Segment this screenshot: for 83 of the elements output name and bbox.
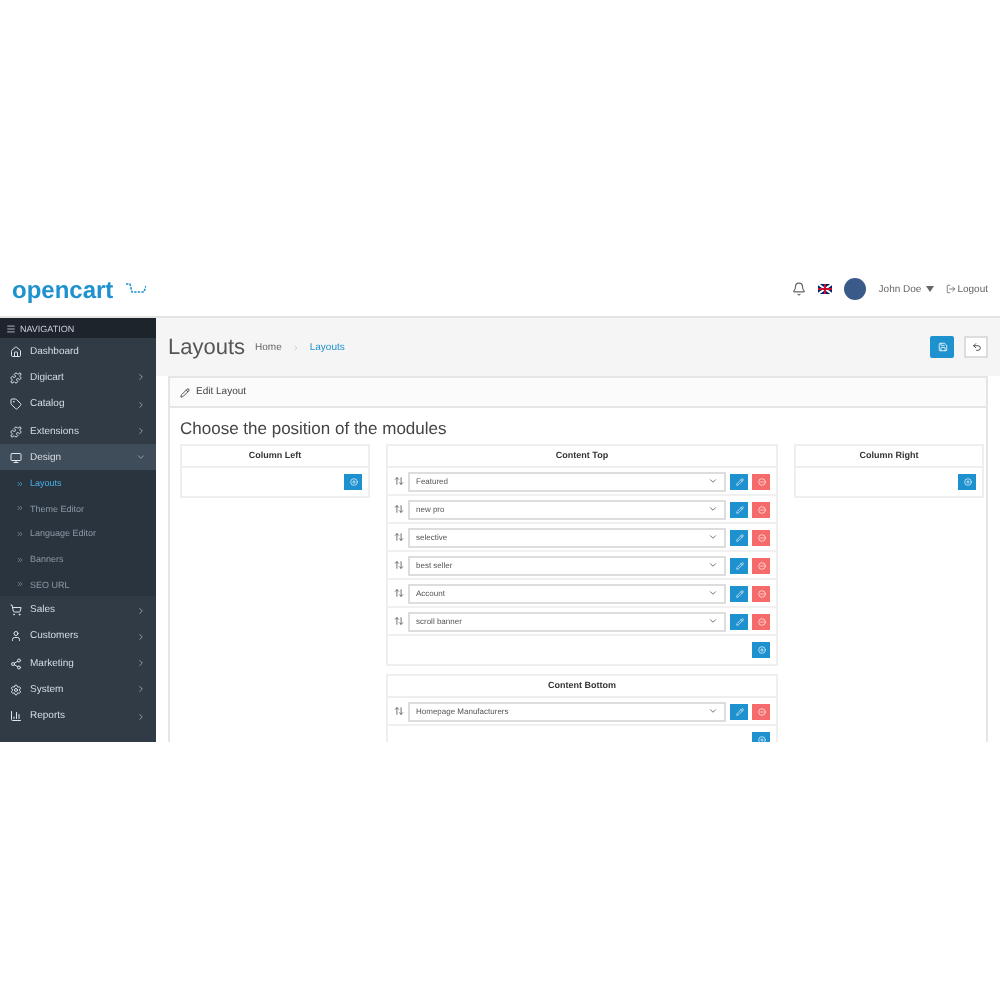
pencil-icon xyxy=(735,477,743,485)
flag-icon[interactable] xyxy=(818,284,833,294)
chevron-icon xyxy=(136,711,146,722)
chevron-icon xyxy=(136,631,146,642)
minus-circle-icon xyxy=(757,589,765,597)
pencil-icon xyxy=(735,561,743,569)
chevron-icon xyxy=(708,476,718,486)
drag-handle-icon[interactable] xyxy=(394,616,404,626)
back-arrow-icon xyxy=(971,342,981,352)
chevron-icon xyxy=(136,605,146,616)
plus-circle-icon xyxy=(963,478,971,486)
remove-button[interactable] xyxy=(752,501,770,517)
avatar[interactable] xyxy=(844,278,867,300)
edit-button[interactable] xyxy=(730,529,748,545)
logout-icon[interactable] xyxy=(945,284,956,294)
drag-handle-icon[interactable] xyxy=(394,476,404,486)
remove-button[interactable] xyxy=(752,557,770,573)
page-title: Layouts xyxy=(168,335,246,359)
puzzle-icon xyxy=(10,371,22,384)
chevron-icon xyxy=(136,426,146,437)
chevron-icon xyxy=(708,616,718,626)
chevron-icon xyxy=(136,372,146,383)
plus-circle-icon xyxy=(757,646,765,654)
drag-handle-icon[interactable] xyxy=(394,706,404,716)
minus-circle-icon xyxy=(757,505,765,513)
pencil-icon xyxy=(735,617,743,625)
add-module-button[interactable] xyxy=(958,474,976,490)
remove-button[interactable] xyxy=(752,613,770,629)
chevron-icon xyxy=(708,504,718,514)
gear-icon xyxy=(10,683,22,696)
minus-circle-icon xyxy=(757,533,765,541)
remove-button[interactable] xyxy=(752,473,770,489)
chevron-icon xyxy=(136,399,146,410)
user-icon xyxy=(10,630,22,643)
caret-icon[interactable] xyxy=(925,286,934,292)
section-title: Choose the position of the modules xyxy=(180,418,449,438)
cart-icon xyxy=(10,604,22,617)
pencil-icon xyxy=(735,533,743,541)
remove-button[interactable] xyxy=(752,585,770,601)
share-icon xyxy=(10,657,22,670)
save-button[interactable] xyxy=(930,336,954,358)
drag-handle-icon[interactable] xyxy=(394,588,404,598)
edit-button[interactable] xyxy=(730,585,748,601)
puzzle-icon xyxy=(10,425,22,438)
chevron-icon xyxy=(136,684,146,695)
drag-handle-icon[interactable] xyxy=(394,504,404,514)
back-button[interactable] xyxy=(964,336,988,358)
menu-icon xyxy=(6,323,16,333)
minus-circle-icon xyxy=(757,477,765,485)
plus-circle-icon xyxy=(757,736,765,742)
chevron-icon xyxy=(708,532,718,542)
minus-circle-icon xyxy=(757,707,765,715)
minus-circle-icon xyxy=(757,617,765,625)
add-module-button[interactable] xyxy=(752,642,770,658)
chevron-icon xyxy=(708,588,718,598)
bar-chart-icon xyxy=(10,710,22,723)
drag-handle-icon[interactable] xyxy=(394,532,404,542)
remove-button[interactable] xyxy=(752,703,770,719)
bell-icon[interactable] xyxy=(792,282,807,296)
pencil-icon xyxy=(180,387,190,397)
remove-button[interactable] xyxy=(752,529,770,545)
cart-icon xyxy=(125,282,146,296)
minus-circle-icon xyxy=(757,561,765,569)
edit-button[interactable] xyxy=(730,613,748,629)
chevron-icon xyxy=(136,452,146,463)
monitor-icon xyxy=(10,451,22,464)
chevron-icon xyxy=(708,560,718,570)
chevron-icon xyxy=(136,658,146,669)
chevron-icon xyxy=(708,706,718,716)
save-icon xyxy=(937,342,947,352)
pencil-icon xyxy=(735,505,743,513)
pencil-icon xyxy=(735,707,743,715)
plus-circle-icon xyxy=(349,478,357,486)
home-icon xyxy=(10,345,22,358)
add-module-button[interactable] xyxy=(344,474,362,490)
logo[interactable]: opencart xyxy=(12,275,114,303)
tag-icon xyxy=(10,398,22,411)
edit-button[interactable] xyxy=(730,703,748,719)
edit-button[interactable] xyxy=(730,557,748,573)
edit-button[interactable] xyxy=(730,473,748,489)
drag-handle-icon[interactable] xyxy=(394,560,404,570)
pencil-icon xyxy=(735,589,743,597)
edit-button[interactable] xyxy=(730,501,748,517)
